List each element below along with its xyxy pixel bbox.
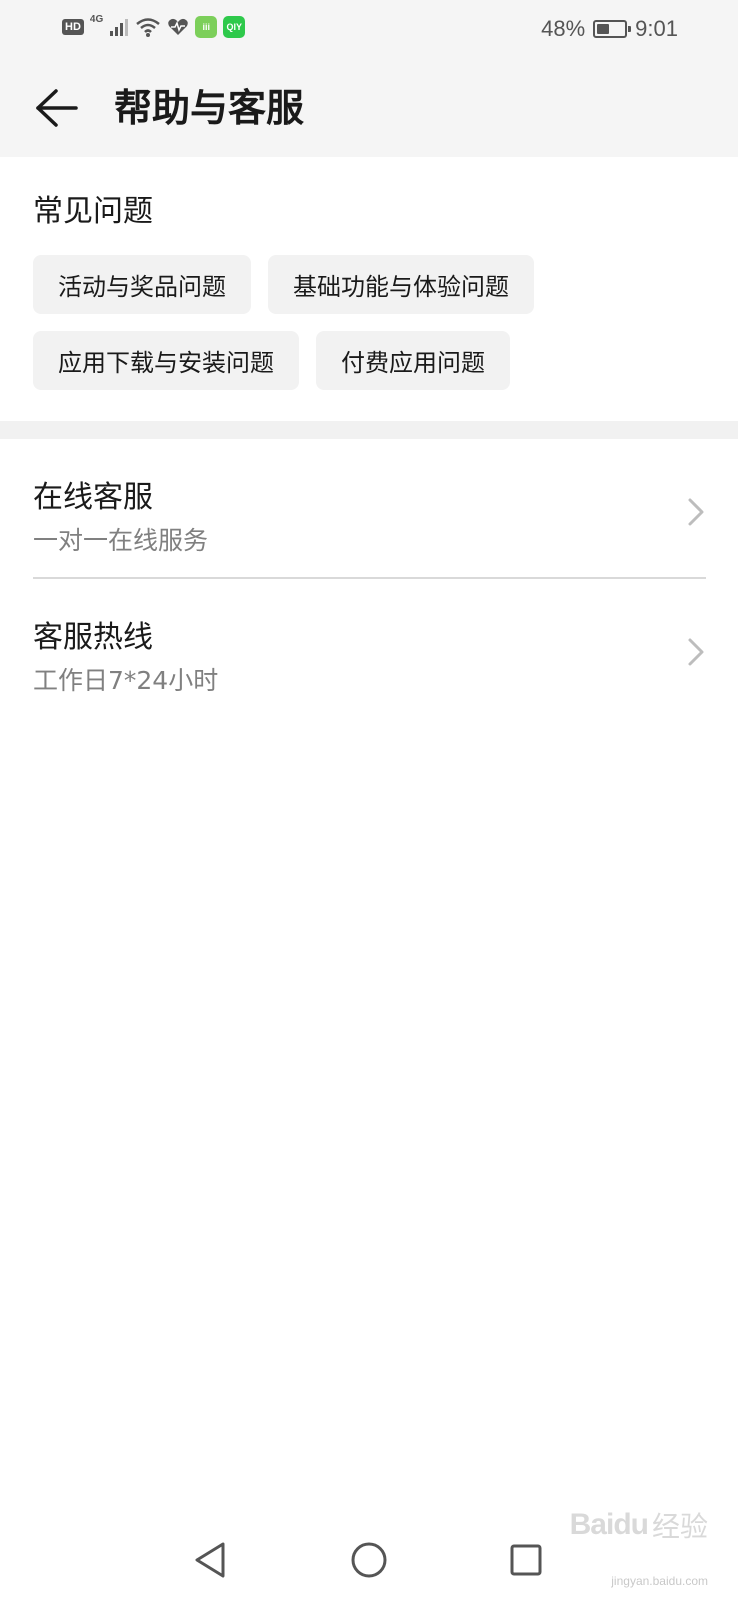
app-notification-icon: iii [195, 16, 218, 38]
watermark-text: 经验 [651, 1510, 708, 1543]
list-item-subtitle: 工作日7*24小时 [33, 666, 219, 695]
status-right: 48% 9:01 [541, 16, 678, 42]
home-circle-icon [351, 1542, 387, 1578]
list-item-online-service[interactable]: 在线客服 一对一在线服务 [0, 439, 738, 579]
list-item-title: 客服热线 [33, 620, 153, 655]
back-triangle-icon [195, 1542, 225, 1578]
watermark-url: jingyan.baidu.com [611, 1574, 708, 1588]
chevron-right-icon [688, 638, 704, 666]
status-time: 9:01 [635, 16, 678, 41]
faq-section: 常见问题 活动与奖品问题 基础功能与体验问题 应用下载与安装问题 付费应用问题 [0, 157, 738, 421]
app-bar: 帮助与客服 [0, 60, 738, 157]
list-item-subtitle: 一对一在线服务 [33, 526, 209, 555]
chip-download-install[interactable]: 应用下载与安装问题 [33, 331, 299, 390]
baidu-watermark: Baidu 经验 [570, 1505, 708, 1545]
chip-basic-features[interactable]: 基础功能与体验问题 [268, 255, 534, 314]
signal-icon [110, 19, 129, 36]
list-item-hotline[interactable]: 客服热线 工作日7*24小时 [0, 579, 738, 719]
list-item-title: 在线客服 [33, 480, 153, 515]
chip-row: 应用下载与安装问题 付费应用问题 [33, 331, 713, 390]
battery-percent: 48% [541, 16, 586, 41]
network-type: 4G [89, 14, 104, 25]
back-button[interactable] [30, 82, 82, 134]
chip-row: 活动与奖品问题 基础功能与体验问题 [33, 255, 713, 314]
faq-title: 常见问题 [33, 194, 153, 229]
watermark-logo: Baidu [569, 1508, 649, 1541]
status-left: HD 4G iii QIY [62, 14, 246, 38]
wifi-icon [136, 18, 161, 37]
chip-paid-apps[interactable]: 付费应用问题 [316, 331, 510, 390]
arrow-left-icon [36, 89, 78, 127]
nav-home-button[interactable] [329, 1520, 409, 1600]
health-icon [168, 18, 189, 35]
battery-icon [593, 20, 632, 38]
chevron-right-icon [688, 498, 704, 526]
nav-back-button[interactable] [170, 1520, 250, 1600]
hd-badge: HD [62, 19, 84, 35]
faq-chips: 活动与奖品问题 基础功能与体验问题 应用下载与安装问题 付费应用问题 [33, 255, 713, 407]
chip-activities-prizes[interactable]: 活动与奖品问题 [33, 255, 251, 314]
iqiyi-notification-icon: QIY [223, 16, 246, 38]
page-title: 帮助与客服 [114, 86, 305, 130]
status-bar: HD 4G iii QIY 48% 9:01 [0, 0, 738, 58]
battery-level [597, 24, 610, 34]
nav-recents-button[interactable] [486, 1520, 566, 1600]
recents-square-icon [510, 1544, 542, 1576]
section-divider [0, 421, 738, 439]
